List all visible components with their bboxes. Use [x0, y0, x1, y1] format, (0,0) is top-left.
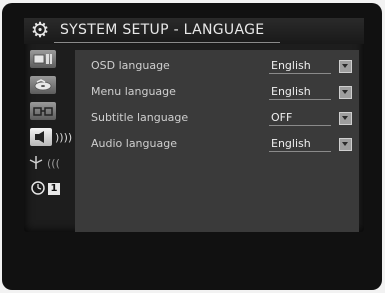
setting-label: Menu language: [91, 85, 176, 98]
timer-badge: 1: [48, 183, 60, 195]
setting-label: Audio language: [91, 137, 177, 150]
sidebar-item-disc[interactable]: [28, 74, 72, 96]
setting-row-osd-language[interactable]: OSD language English: [75, 56, 359, 76]
gear-icon: ⚙: [30, 18, 50, 42]
setup-screen: ⚙ SYSTEM SETUP - LANGUAGE)))) (((1 OSD…: [24, 18, 364, 232]
video-connector-icon: [30, 102, 56, 120]
setting-label: OSD language: [91, 59, 170, 72]
sidebar-item-antenna[interactable]: (((: [28, 152, 72, 174]
setting-value: English: [271, 59, 311, 72]
setting-row-menu-language[interactable]: Menu language English: [75, 82, 359, 102]
sidebar-item-timer[interactable]: 1: [28, 178, 72, 200]
osd-language-dropdown[interactable]: English: [269, 58, 352, 74]
setting-label: Subtitle language: [91, 111, 189, 124]
title-underline: [54, 42, 280, 43]
menu-language-dropdown[interactable]: English: [269, 84, 352, 100]
page-title: SYSTEM SETUP - LANGUAGE: [60, 22, 265, 38]
dropdown-arrow-icon[interactable]: [339, 60, 352, 73]
setting-value: English: [271, 85, 311, 98]
sidebar: )))) ((( 1: [24, 46, 74, 232]
sidebar-item-video[interactable]: [28, 48, 72, 70]
dropdown-arrow-icon[interactable]: [339, 138, 352, 151]
setting-row-subtitle-language[interactable]: Subtitle language OFF: [75, 108, 359, 128]
disc-icon: [30, 76, 56, 94]
speaker-icon: [30, 128, 52, 146]
dropdown-arrow-icon[interactable]: [339, 86, 352, 99]
sidebar-item-connection[interactable]: [28, 100, 72, 122]
setting-value: English: [271, 137, 311, 150]
setting-value: OFF: [271, 111, 293, 124]
tv-screen-icon: [30, 50, 56, 68]
sound-waves-icon: )))): [55, 130, 73, 144]
subtitle-language-dropdown[interactable]: OFF: [269, 110, 352, 126]
signal-waves-icon: (((: [47, 156, 60, 170]
clock-icon: [30, 180, 46, 198]
setting-row-audio-language[interactable]: Audio language English: [75, 134, 359, 154]
sidebar-item-audio[interactable]: )))): [28, 126, 72, 148]
antenna-icon: [28, 154, 44, 173]
title-bar: ⚙ SYSTEM SETUP - LANGUAGE: [24, 18, 364, 44]
settings-panel: OSD language English Menu language Engli…: [75, 50, 359, 232]
dropdown-arrow-icon[interactable]: [339, 112, 352, 125]
audio-language-dropdown[interactable]: English: [269, 136, 352, 152]
